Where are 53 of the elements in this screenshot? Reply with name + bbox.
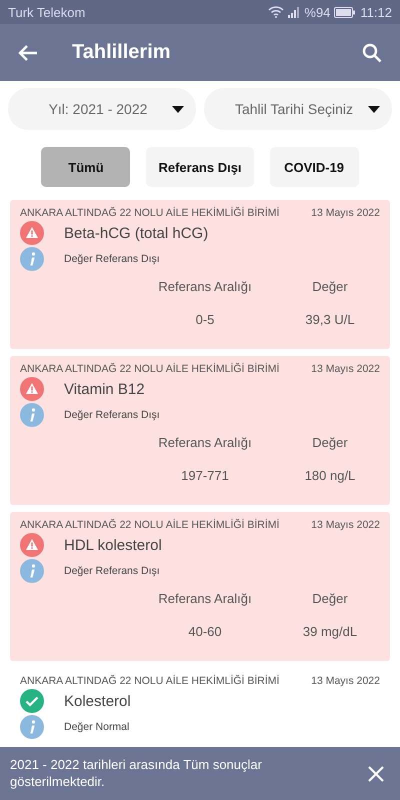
wifi-icon xyxy=(268,6,284,18)
column-label: Değer xyxy=(312,591,348,606)
carrier-name: Turk Telekom xyxy=(8,4,86,20)
result-value: 39 mg/dL xyxy=(302,624,358,639)
result-date: 13 Mayıs 2022 xyxy=(311,675,380,687)
test-name: HDL kolesterol xyxy=(64,536,162,554)
institution-name: ANKARA ALTINDAĞ 22 NOLU AİLE HEKİMLİĞİ BİRİMİ xyxy=(20,207,280,219)
snackbar-message: 2021 - 2022 tarihleri arasında Tüm sonuçlar gösterilmektedir. xyxy=(10,757,263,790)
dropdown-field[interactable]: Tahlil Tarihi Seçiniz xyxy=(204,88,392,130)
reference-range: 40-60 xyxy=(188,624,222,639)
status-text: Değer Normal xyxy=(64,721,130,733)
result-card[interactable]: ANKARA ALTINDAĞ 22 NOLU AİLE HEKİMLİĞİ BİRİMİ 13 Mayıs 2022 Beta-hCG (total hCG) Değer Referans Dışı Referans Aralığı Değer 0-5 39,3 U/L xyxy=(10,200,390,349)
caret-icon xyxy=(368,106,380,112)
status-text: Değer Referans Dışı xyxy=(64,253,160,265)
result-value: 39,3 U/L xyxy=(305,312,355,327)
close-icon[interactable] xyxy=(368,766,384,782)
battery-icon xyxy=(334,6,356,18)
institution-name: ANKARA ALTINDAĞ 22 NOLU AİLE HEKİMLİĞİ BİRİMİ xyxy=(20,363,280,375)
caret-icon xyxy=(172,106,184,112)
result-card[interactable]: ANKARA ALTINDAĞ 22 NOLU AİLE HEKİMLİĞİ BİRİMİ 13 Mayıs 2022 Vitamin B12 Değer Referans Dışı Referans Aralığı Değer 197-771 180 ng/L xyxy=(10,356,390,505)
clock: 11:12 xyxy=(360,4,392,20)
filter-chip[interactable]: Referans Dışı xyxy=(146,147,254,187)
result-value: 180 ng/L xyxy=(304,468,356,483)
institution-name: ANKARA ALTINDAĞ 22 NOLU AİLE HEKİMLİĞİ BİRİMİ xyxy=(20,675,280,687)
column-label: Referans Aralığı xyxy=(158,591,252,606)
info-icon[interactable] xyxy=(20,715,44,739)
filter-chip[interactable]: COVID-19 xyxy=(270,147,359,187)
column-label: Referans Aralığı xyxy=(158,279,252,294)
status-text: Değer Referans Dışı xyxy=(64,409,160,421)
result-date: 13 Mayıs 2022 xyxy=(311,207,380,219)
column-label: Değer xyxy=(312,279,348,294)
screen-title: Tahlillerim xyxy=(72,41,172,64)
info-icon[interactable] xyxy=(20,403,44,427)
dropdown-field[interactable]: Yıl: 2021 - 2022 xyxy=(8,88,196,130)
institution-name: ANKARA ALTINDAĞ 22 NOLU AİLE HEKİMLİĞİ BİRİMİ xyxy=(20,519,280,531)
info-icon[interactable] xyxy=(20,247,44,271)
signal-icon xyxy=(288,6,300,18)
result-date: 13 Mayıs 2022 xyxy=(311,519,380,531)
status-text: Değer Referans Dışı xyxy=(64,565,160,577)
reference-range: 197-771 xyxy=(181,468,229,483)
test-name: Kolesterol xyxy=(64,692,131,710)
test-name: Beta-hCG (total hCG) xyxy=(64,224,208,242)
column-label: Değer xyxy=(312,435,348,450)
result-date: 13 Mayıs 2022 xyxy=(311,363,380,375)
test-name: Vitamin B12 xyxy=(64,380,145,398)
back-arrow-icon[interactable] xyxy=(18,44,38,62)
column-label: Referans Aralığı xyxy=(158,435,252,450)
battery-percent: %94 xyxy=(304,4,330,20)
search-icon[interactable] xyxy=(362,42,382,62)
info-icon[interactable] xyxy=(20,559,44,583)
result-card[interactable]: ANKARA ALTINDAĞ 22 NOLU AİLE HEKİMLİĞİ BİRİMİ 13 Mayıs 2022 HDL kolesterol Değer Referans Dışı Referans Aralığı Değer 40-60 39 mg/dL xyxy=(10,512,390,661)
reference-range: 0-5 xyxy=(196,312,214,327)
filter-chip[interactable]: Tümü xyxy=(41,147,130,187)
